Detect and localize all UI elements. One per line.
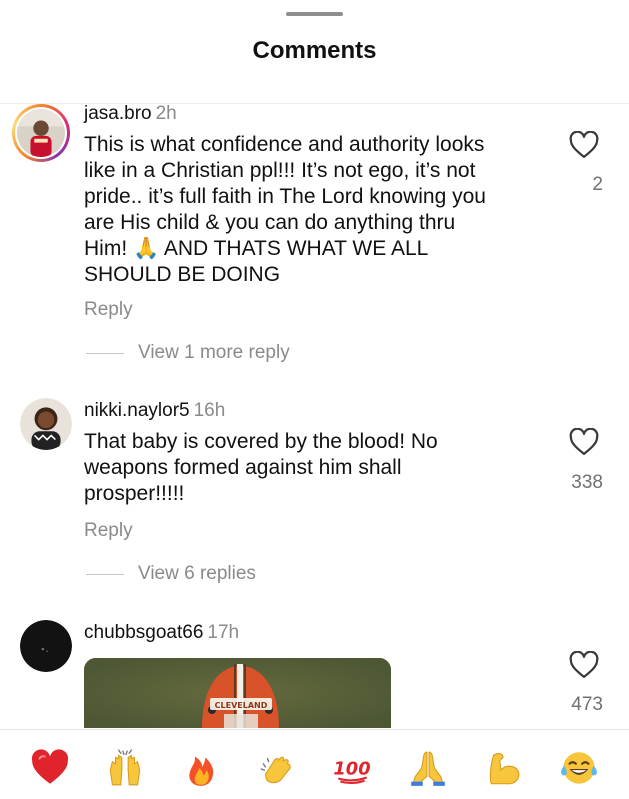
timestamp: 16h <box>193 400 226 421</box>
clapping-hands-emoji-button[interactable] <box>253 744 301 792</box>
tears-of-joy-emoji-button[interactable] <box>555 744 603 792</box>
comment-line: SHOULD BE DOING <box>84 263 281 286</box>
heart-outline-icon <box>569 651 599 678</box>
quick-reaction-bar: 100 <box>0 738 629 798</box>
hundred-points-icon: 100 <box>334 758 371 785</box>
avatar-image <box>20 398 72 450</box>
heart-outline-icon <box>569 131 599 158</box>
comment-meta: chubbsgoat66 17h <box>84 622 239 644</box>
folded-hands-emoji-button[interactable] <box>404 744 452 792</box>
flexed-biceps-emoji-button[interactable] <box>480 744 528 792</box>
folded-hands-icon <box>411 751 445 786</box>
svg-text:100: 100 <box>334 758 371 779</box>
helmet-caption: CLEVELAND <box>215 701 268 710</box>
comment-line: like in a Christian ppl!!! It’s not ego,… <box>84 159 476 182</box>
timestamp: 2h <box>155 103 177 124</box>
reply-button[interactable]: Reply <box>84 299 133 321</box>
like-button[interactable] <box>569 131 599 159</box>
view-replies-button[interactable]: View 1 more reply <box>86 342 290 364</box>
comment-text: This is what confidence and authority lo… <box>84 132 554 288</box>
like-count: 2 <box>592 174 603 195</box>
avatar-image <box>17 109 65 157</box>
comment-meta: nikki.naylor5 16h <box>84 400 225 422</box>
thread-line <box>86 573 124 575</box>
sheet-grabber[interactable] <box>286 12 343 16</box>
red-heart-icon <box>31 749 68 784</box>
hundred-points-emoji-button[interactable]: 100 <box>328 744 376 792</box>
comment-line: weapons formed against him shall <box>84 456 402 479</box>
comment-line: This is what confidence and authority lo… <box>84 133 485 156</box>
heart-outline-icon <box>569 428 599 455</box>
raised-hands-icon <box>110 749 141 786</box>
thread-line <box>86 352 124 354</box>
view-replies-label: View 1 more reply <box>138 342 290 363</box>
raised-hands-emoji-button[interactable] <box>101 744 149 792</box>
comment-line: pride.. it’s full faith in The Lord know… <box>84 185 486 208</box>
comments-sheet: Comments jasa.bro 2h This is what confide… <box>0 0 629 799</box>
tears-of-joy-icon <box>561 752 598 784</box>
clapping-hands-icon <box>260 756 291 784</box>
emoji-bar-divider <box>0 729 629 730</box>
comment-line: That baby is covered by the blood! No <box>84 430 438 453</box>
fire-emoji-button[interactable] <box>177 744 225 792</box>
like-count: 473 <box>571 694 603 715</box>
view-replies-button[interactable]: View 6 replies <box>86 563 256 585</box>
comment-media-gif[interactable]: CLEVELAND <box>84 658 391 728</box>
avatar[interactable] <box>20 620 72 672</box>
sheet-title: Comments <box>252 37 377 64</box>
username[interactable]: jasa.bro <box>84 103 152 124</box>
like-count: 338 <box>571 472 603 493</box>
like-button[interactable] <box>569 428 599 456</box>
heart-emoji-button[interactable] <box>26 744 74 792</box>
username[interactable]: nikki.naylor5 <box>84 400 190 421</box>
comment-line: prosper!!!!! <box>84 482 185 505</box>
comment-line: are His child & you can do anything thru <box>84 211 456 234</box>
football-helmet-image: CLEVELAND <box>84 658 391 728</box>
reply-button[interactable]: Reply <box>84 520 133 542</box>
like-button[interactable] <box>569 651 599 679</box>
comment-line: Him! 🙏 AND THATS WHAT WE ALL <box>84 237 429 260</box>
view-replies-label: View 6 replies <box>138 563 256 584</box>
comment-text: That baby is covered by the blood! No we… <box>84 429 554 507</box>
username[interactable]: chubbsgoat66 <box>84 622 203 643</box>
flexed-biceps-icon <box>489 753 519 785</box>
avatar-image <box>20 620 72 672</box>
avatar[interactable] <box>12 104 70 162</box>
avatar[interactable] <box>20 398 72 450</box>
comment-meta: jasa.bro 2h <box>84 103 177 125</box>
timestamp: 17h <box>207 622 240 643</box>
fire-icon <box>189 756 214 786</box>
